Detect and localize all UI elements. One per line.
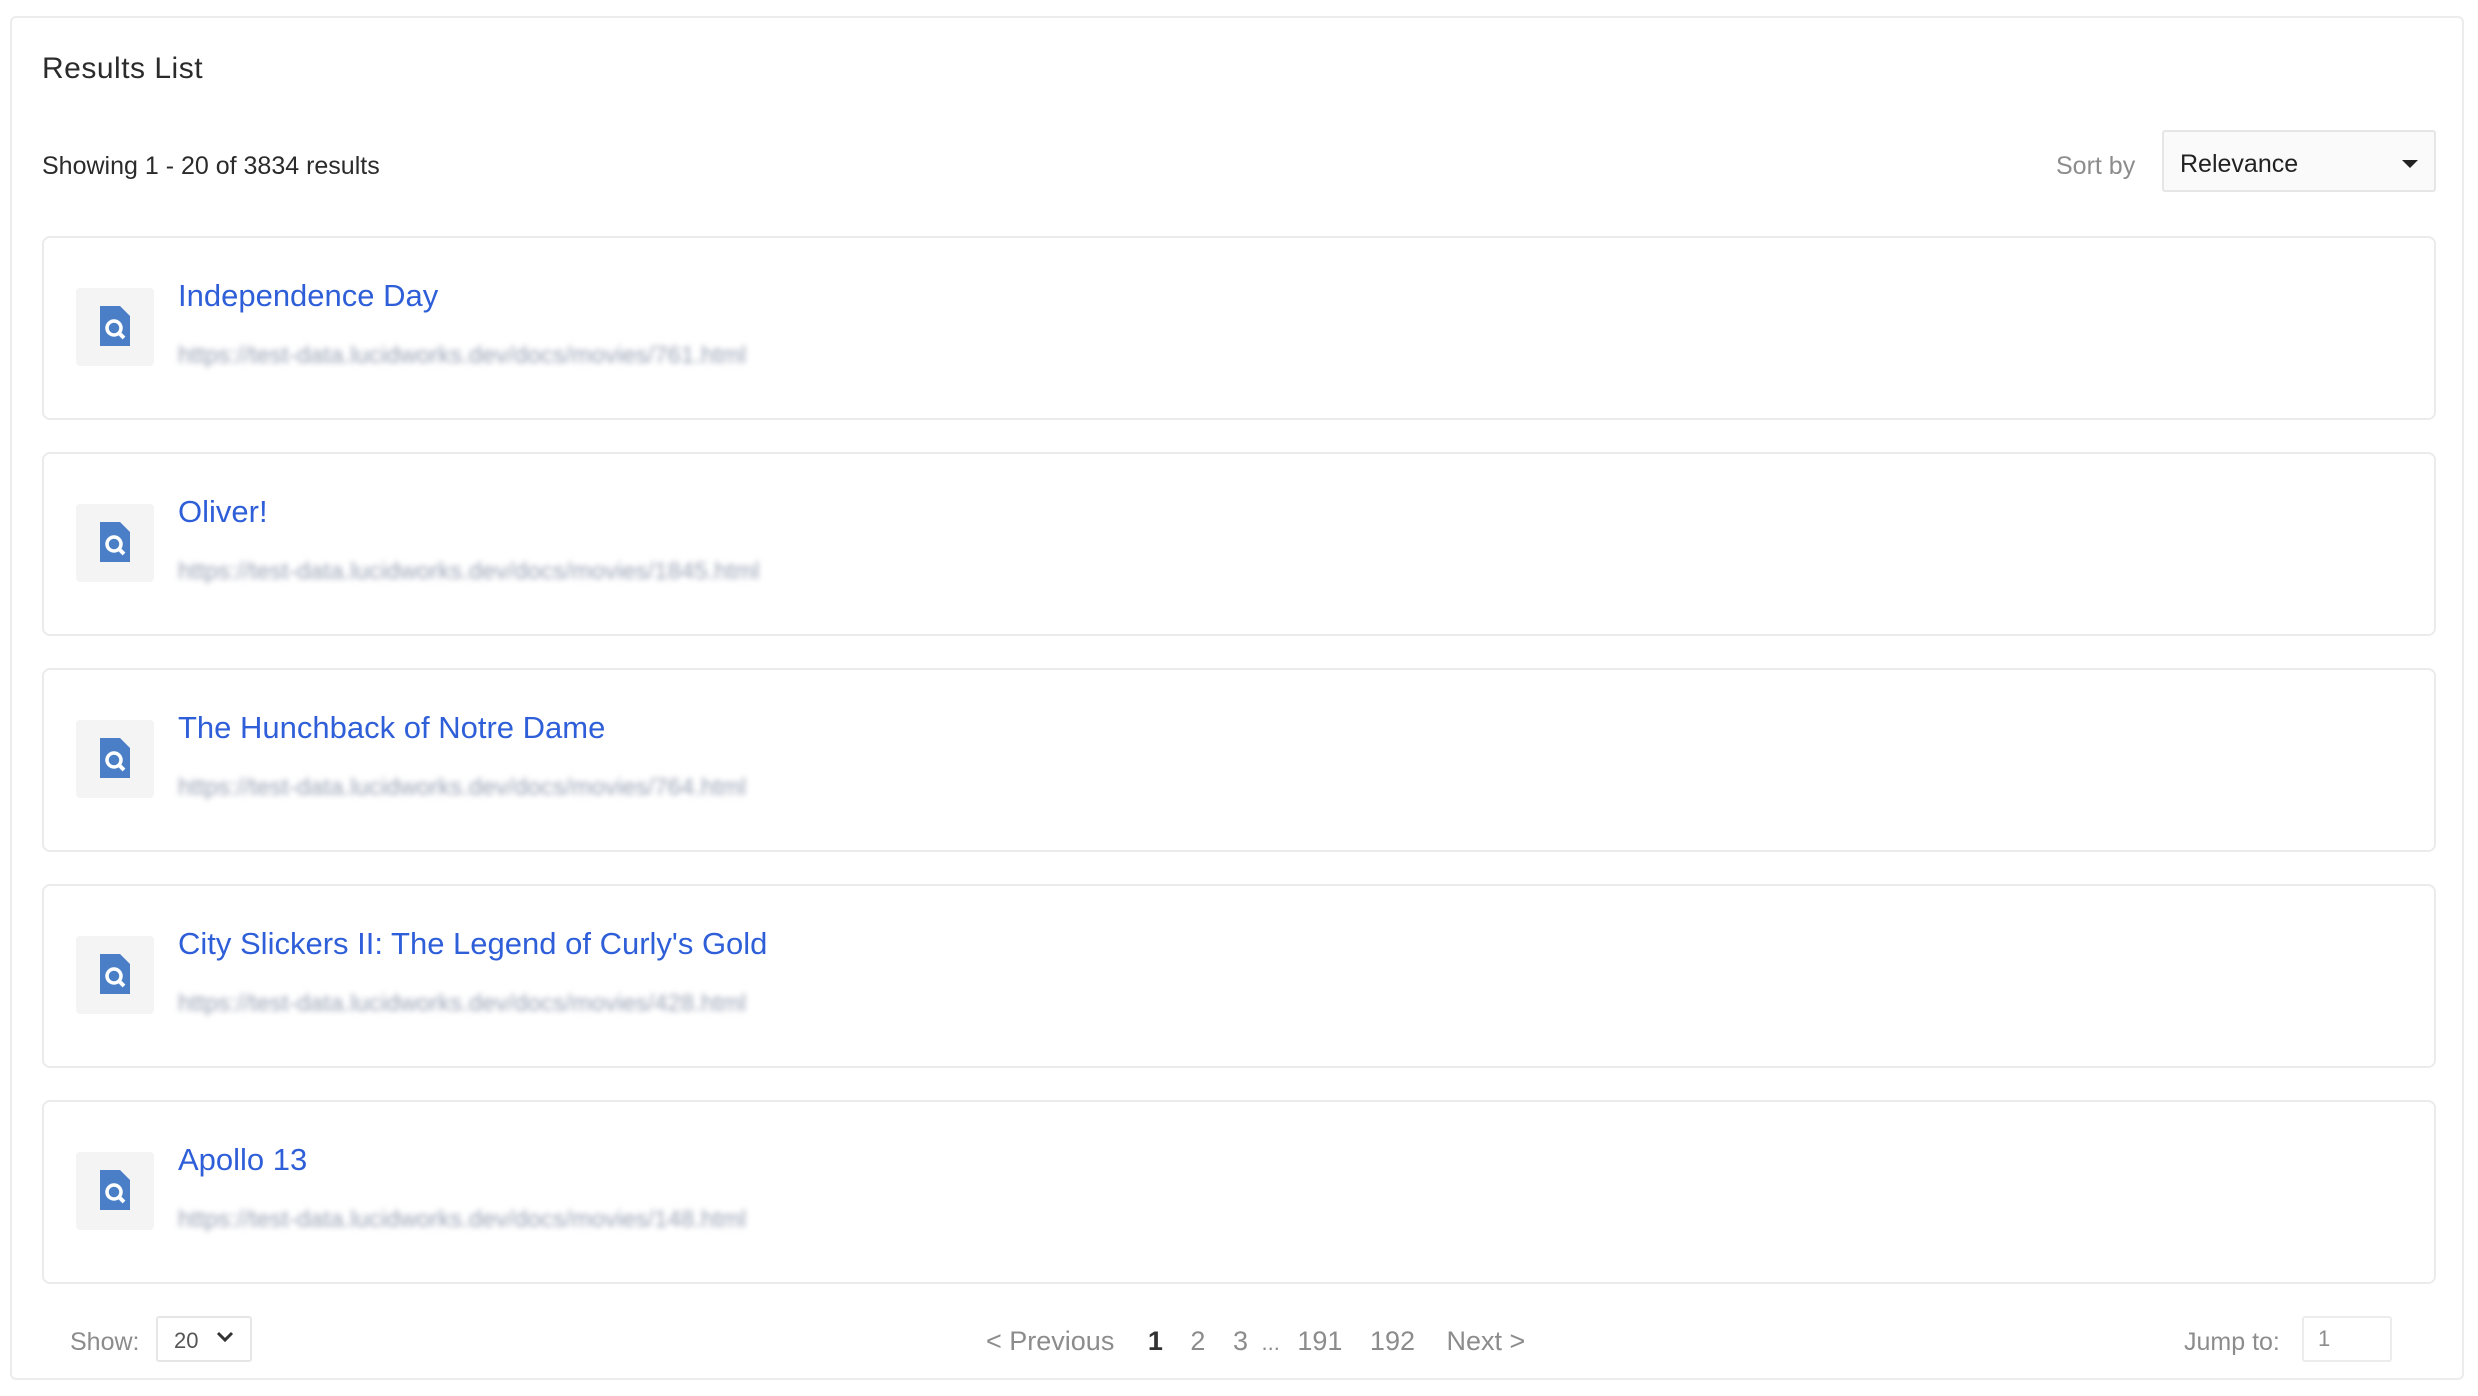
panel-title: Results List [42, 52, 204, 85]
jump-to-input[interactable] [2302, 1316, 2392, 1362]
previous-page-link[interactable]: < Previous [986, 1326, 1114, 1356]
show-label: Show: [70, 1328, 140, 1356]
document-search-icon [76, 720, 154, 798]
page-link-3[interactable]: 3 [1233, 1326, 1248, 1356]
jump-to-label: Jump to: [2184, 1328, 2280, 1356]
page-link-2[interactable]: 2 [1190, 1326, 1205, 1356]
sort-value: Relevance [2180, 150, 2299, 178]
result-title[interactable]: The Hunchback of Notre Dame [178, 710, 605, 746]
result-title[interactable]: Apollo 13 [178, 1142, 307, 1178]
page-link-1[interactable]: 1 [1148, 1326, 1163, 1356]
result-url[interactable]: https://test-data.lucidworks.dev/docs/mo… [178, 342, 746, 370]
result-card[interactable]: The Hunchback of Notre Dame https://test… [42, 668, 2436, 852]
result-url[interactable]: https://test-data.lucidworks.dev/docs/mo… [178, 1206, 746, 1234]
document-search-icon [76, 936, 154, 1014]
caret-down-icon [2402, 160, 2418, 168]
result-title[interactable]: City Slickers II: The Legend of Curly's … [178, 926, 767, 962]
page-link-191[interactable]: 191 [1297, 1326, 1342, 1356]
document-search-icon [76, 288, 154, 366]
result-url[interactable]: https://test-data.lucidworks.dev/docs/mo… [178, 990, 746, 1018]
page-link-192[interactable]: 192 [1370, 1326, 1415, 1356]
result-url[interactable]: https://test-data.lucidworks.dev/docs/mo… [178, 558, 760, 586]
chevron-down-icon [216, 1330, 234, 1349]
page-size-value: 20 [174, 1328, 199, 1353]
result-card[interactable]: Oliver! https://test-data.lucidworks.dev… [42, 452, 2436, 636]
result-card[interactable]: Independence Day https://test-data.lucid… [42, 236, 2436, 420]
result-title[interactable]: Oliver! [178, 494, 268, 530]
results-count: Showing 1 - 20 of 3834 results [42, 152, 380, 180]
results-panel: Results List Showing 1 - 20 of 3834 resu… [10, 16, 2464, 1380]
sort-label: Sort by [2056, 152, 2136, 180]
pagination-ellipsis: ... [1261, 1330, 1280, 1355]
result-title[interactable]: Independence Day [178, 278, 438, 314]
document-search-icon [76, 1152, 154, 1230]
pagination: < Previous 1 2 3 ... 191 192 Next > [986, 1326, 1525, 1357]
page-size-select[interactable]: 20 [156, 1316, 252, 1362]
next-page-link[interactable]: Next > [1447, 1326, 1526, 1356]
result-url[interactable]: https://test-data.lucidworks.dev/docs/mo… [178, 774, 746, 802]
sort-select[interactable]: Relevance [2162, 130, 2436, 192]
document-search-icon [76, 504, 154, 582]
result-card[interactable]: Apollo 13 https://test-data.lucidworks.d… [42, 1100, 2436, 1284]
result-card[interactable]: City Slickers II: The Legend of Curly's … [42, 884, 2436, 1068]
